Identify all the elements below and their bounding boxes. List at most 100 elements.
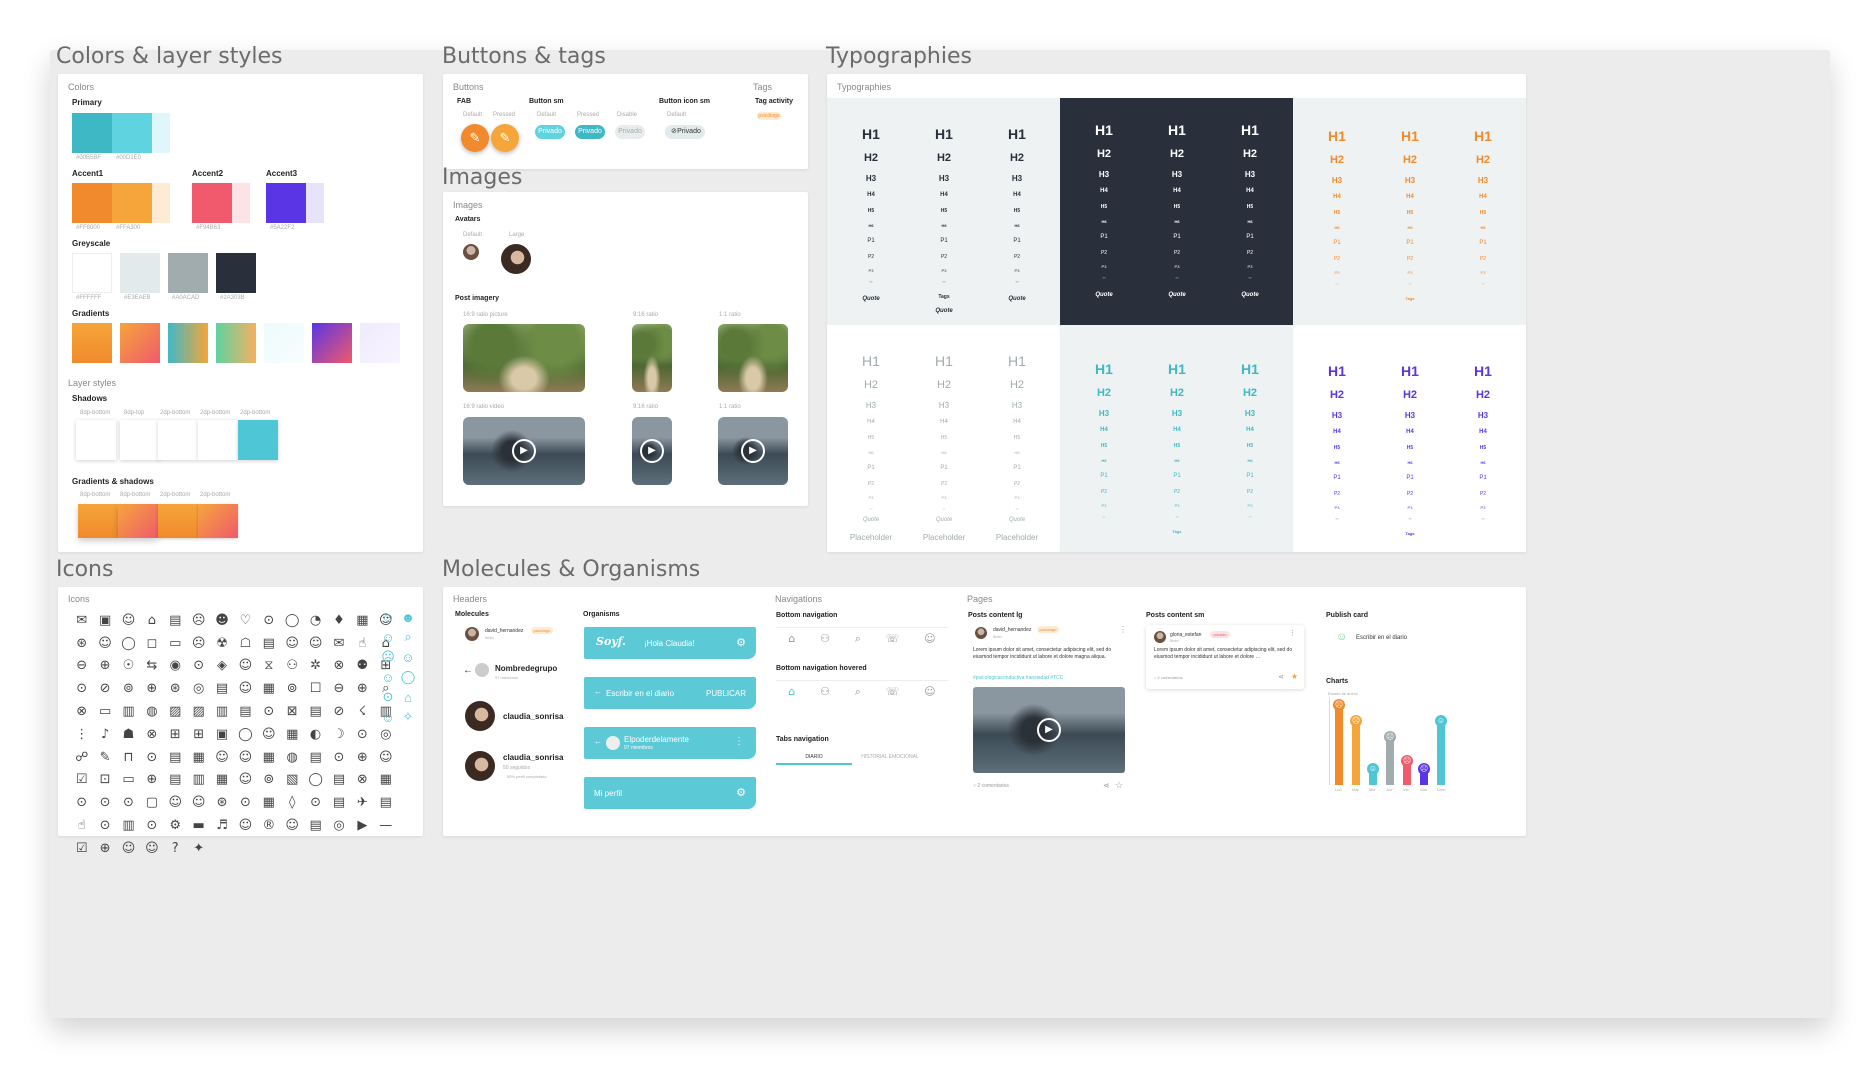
icon-25-icon: ✉	[333, 635, 345, 651]
post-user[interactable]: david_hernandez	[993, 627, 1031, 633]
more-icon[interactable]: ⋮	[734, 736, 744, 747]
images-card: Images Avatars Default Large Post imager…	[443, 192, 808, 506]
type-sample-p1: P1	[1013, 465, 1021, 471]
back-arrow-icon[interactable]: ←	[463, 665, 473, 676]
type-sample-p2: P2	[1479, 491, 1487, 497]
accent1-label: Accent1	[72, 169, 104, 178]
share-icon[interactable]: ⋖	[1278, 673, 1284, 681]
more-icon[interactable]: ⋮	[1119, 625, 1127, 634]
privado-pressed-button[interactable]: Privado	[575, 125, 605, 139]
post-video[interactable]: ▶	[973, 687, 1125, 773]
icon-38-icon: ✲	[310, 658, 322, 674]
icon-sm-state: Default	[667, 112, 687, 118]
more-icon[interactable]: ⋮	[1289, 629, 1296, 637]
video-16-9[interactable]: ▶	[463, 417, 585, 485]
tags-label: Tags	[753, 82, 773, 92]
teal-icon-9-icon: ⌂	[404, 689, 412, 705]
star-icon[interactable]: ★	[1291, 672, 1298, 681]
chart-caption: Estado de ánimo	[1328, 691, 1359, 696]
type-sample-p1: P1	[1333, 475, 1341, 481]
icon-107-icon: ▧	[286, 772, 299, 788]
play-icon[interactable]: ▶	[1037, 718, 1061, 742]
type-sample-qq: ""	[1481, 517, 1485, 522]
group-subtitle: 97 miembros	[624, 745, 653, 751]
chart-bar	[1386, 737, 1394, 785]
swatch-accent2-2	[232, 183, 250, 223]
group-title: Elpoderdelamente	[624, 735, 689, 744]
profile-icon[interactable]: ☺	[924, 685, 935, 698]
type-sample-h4: H4	[1013, 419, 1021, 425]
people-icon[interactable]: ⚇	[820, 685, 830, 698]
privado-disabled-button[interactable]: Privado	[615, 125, 645, 139]
icon-95-icon: ⊙	[333, 749, 345, 765]
profile-icon[interactable]: ☺	[924, 632, 935, 645]
gradient-2	[120, 323, 160, 363]
type-sample-p1: P1	[1100, 473, 1108, 479]
publish-button[interactable]: PUBLICAR	[706, 689, 746, 698]
play-icon[interactable]: ▶	[512, 439, 536, 463]
search-icon[interactable]: ⌕	[855, 685, 861, 699]
type-sample-h1: H1	[862, 353, 880, 369]
home-icon[interactable]: ⌂	[788, 632, 795, 645]
icon-28-icon: ⊖	[76, 658, 88, 674]
people-icon[interactable]: ⚇	[820, 632, 830, 645]
chat-icon[interactable]: ☏	[886, 685, 900, 698]
tab-diario[interactable]: DIARIO	[776, 751, 852, 765]
profile-user[interactable]: claudia_sonrisa	[503, 712, 563, 721]
icon-87-icon: ⊙	[146, 749, 158, 765]
type-sample-qq: ""	[1481, 282, 1485, 287]
type-sample-h2: H2	[1329, 154, 1345, 166]
fab-pressed-button[interactable]: ✎	[491, 124, 519, 152]
post-hashtags[interactable]: #psicológicaconductiva #ansiedad #TCC	[973, 675, 1063, 681]
ratio-label-1: 16:9 ratio picture	[463, 312, 508, 318]
star-icon[interactable]: ☆	[1115, 780, 1123, 791]
sm-comments[interactable]: ○ 2 comentarios	[1154, 675, 1183, 680]
type-sample-h6: H6	[1014, 223, 1020, 228]
icon-81-icon: ☽	[333, 726, 345, 742]
post-comments-label: 2 comentarios	[977, 783, 1009, 789]
type-sample-h2: H2	[1242, 387, 1258, 399]
gear-icon[interactable]: ⚙	[736, 636, 746, 649]
play-icon[interactable]: ▶	[640, 439, 664, 463]
shadow-label-3: 2dp-bottom	[160, 410, 191, 416]
video-9-16[interactable]: ▶	[632, 417, 672, 485]
tab-historial[interactable]: HISTORIAL EMOCIONAL	[852, 751, 928, 765]
privado-icon-button[interactable]: ⊘ Privado	[665, 125, 705, 139]
gear-icon[interactable]: ⚙	[736, 786, 746, 799]
group-name[interactable]: Nombredegrupo	[495, 664, 557, 673]
chart-x-label: Lun	[1335, 787, 1342, 792]
icon-114-icon: ⊙	[123, 795, 134, 811]
icon-96-icon: ⊕	[356, 749, 368, 765]
profile-user-progress[interactable]: claudia_sonrisa	[503, 753, 563, 762]
type-sample-h2: H2	[1009, 152, 1025, 164]
typographies-card: Typographies H1 H2 H3 H4 H5 H6 P1 P2 P3 "" Quote H1…	[827, 74, 1526, 552]
play-icon[interactable]: ▶	[741, 439, 765, 463]
publish-card[interactable]: ☺ Escribir en el diario	[1326, 627, 1456, 649]
code-grey-3: #A0ACAD	[172, 295, 200, 301]
home-icon[interactable]: ⌂	[788, 685, 795, 698]
type-sample-h3: H3	[1171, 170, 1183, 179]
icon-7-icon: ♡	[239, 612, 252, 628]
back-arrow-icon[interactable]: ←	[594, 687, 602, 696]
privado-default-button[interactable]: Privado	[535, 125, 565, 139]
fab-default-button[interactable]: ✎	[461, 124, 489, 152]
header-time: 5min	[485, 635, 494, 640]
type-sample-h3: H3	[1477, 411, 1489, 420]
tabs-nav-label: Tabs navigation	[776, 736, 829, 743]
icon-11-icon: ♦	[333, 612, 345, 628]
icon-63-icon: ▤	[239, 704, 252, 720]
back-arrow-icon[interactable]: ←	[594, 737, 602, 746]
icon-68-icon: ☇	[358, 704, 367, 720]
video-1-1[interactable]: ▶	[718, 417, 788, 485]
search-icon[interactable]: ⌕	[855, 632, 861, 646]
type-sample-h1: H1	[1095, 122, 1113, 138]
type-sample-p2: P2	[867, 481, 875, 487]
icon-10-icon: ◔	[309, 612, 322, 628]
post-comments[interactable]: ○ 2 comentarios	[973, 783, 1009, 789]
type-sample-h6: H6	[1247, 458, 1253, 463]
swatch-accent3-2	[306, 183, 324, 223]
chat-icon[interactable]: ☏	[886, 632, 900, 645]
header-user[interactable]: david_hernandez	[485, 628, 523, 634]
share-icon[interactable]: ⋖	[1103, 781, 1110, 790]
type-sample-p2: P2	[1100, 250, 1108, 256]
